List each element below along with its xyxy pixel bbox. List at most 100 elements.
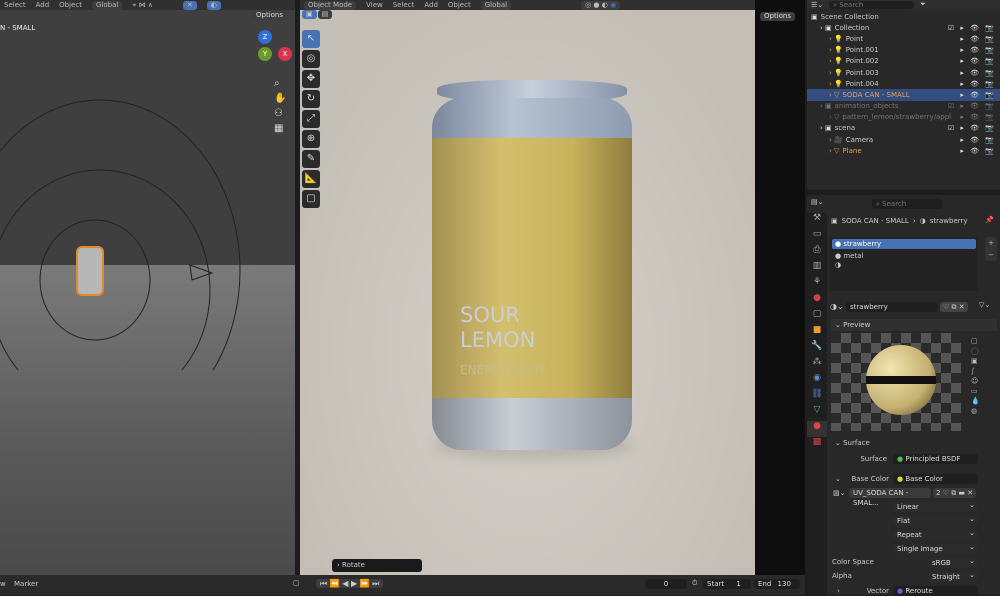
outliner-item[interactable]: › 💡 Point.001 ▸ 👁 📷 [807,45,1000,56]
measure-tool-icon[interactable]: 📐 [302,170,320,188]
center-options-button[interactable]: Options [760,12,796,21]
gizmo-toggle-icon[interactable]: ✕ [182,0,197,10]
zoom-icon[interactable]: ⌕ [274,78,286,89]
surface-panel-header[interactable]: ⌄ Surface [831,437,997,449]
preview-flat-icon[interactable]: ▢ [971,337,980,345]
surface-shader-field[interactable]: ● Principled BSDF [893,454,978,464]
shading-modes-icon[interactable]: ◎ ● ◐ ◉ [581,0,621,10]
material-actions[interactable]: ♡ ⧉ ✕ [940,302,968,312]
gizmo-x-axis[interactable]: X [278,47,292,61]
outliner-item[interactable]: › ▽ pattern_lemon/strawberry/appl ▸ 👁 📷 [807,112,1000,123]
stopwatch-icon[interactable]: ⏱ [692,579,697,588]
visibility-toggles[interactable]: ▸ 👁 📷 [960,147,996,155]
select-extend-icon[interactable]: ▤ [317,10,333,19]
preview-sphere-icon[interactable]: ◯ [971,347,980,355]
outliner-item[interactable]: ▣ Scene Collection [807,11,1000,22]
visibility-toggles[interactable]: ▸ 👁 📷 [960,113,996,121]
visibility-toggles[interactable]: ▸ 👁 📷 [960,91,996,99]
filter-icon[interactable]: ⏷ [920,0,926,9]
material-name-field[interactable]: strawberry [846,302,938,312]
perspective-grid-icon[interactable]: ▦ [274,123,286,134]
pan-hand-icon[interactable]: ✋ [274,93,286,104]
left-3d-viewport[interactable]: N - SMALL Options Z X Y ⌕ ✋ ⚇ ▦ [0,10,295,575]
snap-icon[interactable]: ⌖ ⋈ ∧ [132,1,153,10]
preview-panel-header[interactable]: ⌄ Preview [831,319,997,331]
annotate-tool-icon[interactable]: ✎ [302,150,320,168]
collection-tab-icon[interactable]: ▢ [807,309,827,325]
select-new-icon[interactable]: ▣ [302,10,317,19]
menu-marker[interactable]: Marker [14,580,38,588]
mode-dropdown[interactable]: Object Mode [304,0,357,10]
visibility-toggles[interactable]: ☑ ▸ 👁 📷 [948,124,996,132]
visibility-toggles[interactable]: ▸ 👁 📷 [960,46,996,54]
outliner-item[interactable]: › ▣ scena ☑ ▸ 👁 📷 [807,123,1000,134]
render-tab-icon[interactable]: ▭ [807,229,827,245]
preview-hair-icon[interactable]: ∫ [971,367,980,375]
orientation-dropdown[interactable]: Global [91,0,123,10]
particles-tab-icon[interactable]: ⁂ [807,357,827,373]
outliner-item[interactable]: › 💡 Point ▸ 👁 📷 [807,33,1000,44]
select-mode-buttons[interactable]: ▣ ▤ [302,10,333,19]
data-tab-icon[interactable]: ▽ [807,405,827,421]
visibility-toggles[interactable]: ▸ 👁 📷 [960,69,996,77]
projection-dropdown[interactable]: Flat [893,514,978,526]
constraints-tab-icon[interactable]: ⛓ [807,389,827,405]
menu-add[interactable]: Add [36,1,50,9]
preview-world-icon[interactable]: ◍ [971,407,980,415]
soda-can-object[interactable] [76,246,104,296]
physics-tab-icon[interactable]: ◉ [807,373,827,389]
outliner-item[interactable]: › 💡 Point.002 ▸ 👁 📷 [807,56,1000,67]
preview-monkey-icon[interactable]: ☺ [971,377,980,385]
gizmo-z-axis[interactable]: Z [258,30,272,44]
display-mode-icon[interactable]: ☰⌄ [811,1,823,9]
visibility-toggles[interactable]: ▸ 👁 📷 [960,136,996,144]
pin-icon[interactable]: 📌 [985,216,994,224]
add-cube-tool-icon[interactable]: ▢ [302,190,320,208]
select-tool-icon[interactable]: ↖ [302,30,320,48]
camera-view-icon[interactable]: ⚇ [274,108,286,119]
move-tool-icon[interactable]: ✥ [302,70,320,88]
output-tab-icon[interactable]: ⎙ [807,245,827,261]
base-color-field[interactable]: ● Base Color [893,474,978,484]
visibility-toggles[interactable]: ▸ 👁 📷 [960,35,996,43]
material-tab-icon[interactable]: ● [807,421,827,437]
image-actions[interactable]: 2 ♡ ⧉ ▬ ✕ [933,488,977,498]
link-dropdown-icon[interactable]: ▽⌄ [979,301,990,309]
image-name-field[interactable]: UV_SODA CAN - SMAL... [849,488,931,507]
outliner-item[interactable]: › 🎥 Camera ▸ 👁 📷 [807,134,1000,145]
outliner-item[interactable]: › ▣ animation_objects ☑ ▸ 👁 📷 [807,101,1000,112]
object-tab-icon[interactable]: ■ [807,325,827,341]
outliner-item[interactable]: › ▣ Collection ☑ ▸ 👁 📷 [807,22,1000,33]
menu-select[interactable]: Select [393,1,415,9]
keyframe-toggle-icon[interactable]: ▢ [293,579,300,587]
outliner-item[interactable]: › 💡 Point.004 ▸ 👁 📷 [807,78,1000,89]
menu-add[interactable]: Add [424,1,438,9]
visibility-toggles[interactable]: ▸ 👁 📷 [960,80,996,88]
left-options-button[interactable]: Options [252,11,288,20]
preview-cloth-icon[interactable]: ▭ [971,387,980,395]
menu-object[interactable]: Object [448,1,471,9]
scale-tool-icon[interactable]: ⤢ [302,110,320,128]
end-frame-field[interactable]: End 130 [754,579,800,589]
cursor-tool-icon[interactable]: ◎ [302,50,320,68]
visibility-toggles[interactable]: ▸ 👁 📷 [960,57,996,65]
material-browse-icon[interactable]: ◑⌄ [830,302,844,311]
overlay-toggle-icon[interactable]: ◐ [206,0,221,10]
slot-metal[interactable]: ● metal [832,251,976,261]
rotate-operator-panel[interactable]: › Rotate [332,559,422,572]
scene-tab-icon[interactable]: ⚘ [807,277,827,293]
slot-strawberry[interactable]: ● strawberry [832,239,976,249]
menu-view[interactable]: w [0,580,6,588]
color-space-dropdown[interactable]: sRGB [928,556,978,568]
start-frame-field[interactable]: Start 1 [703,579,751,589]
menu-object[interactable]: Object [59,1,82,9]
current-frame-field[interactable]: 0 [645,579,687,589]
visibility-toggles[interactable]: ☑ ▸ 👁 📷 [948,102,996,110]
orientation-dropdown[interactable]: Global [480,0,512,10]
outliner-item[interactable]: › ▽ SODA CAN - SMALL ▸ 👁 📷 [807,89,1000,101]
preview-cube-icon[interactable]: ▣ [971,357,980,365]
expand-icon[interactable]: › [837,587,840,595]
alpha-dropdown[interactable]: Straight [928,570,978,582]
world-tab-icon[interactable]: ● [807,293,827,309]
transform-tool-icon[interactable]: ⊕ [302,130,320,148]
